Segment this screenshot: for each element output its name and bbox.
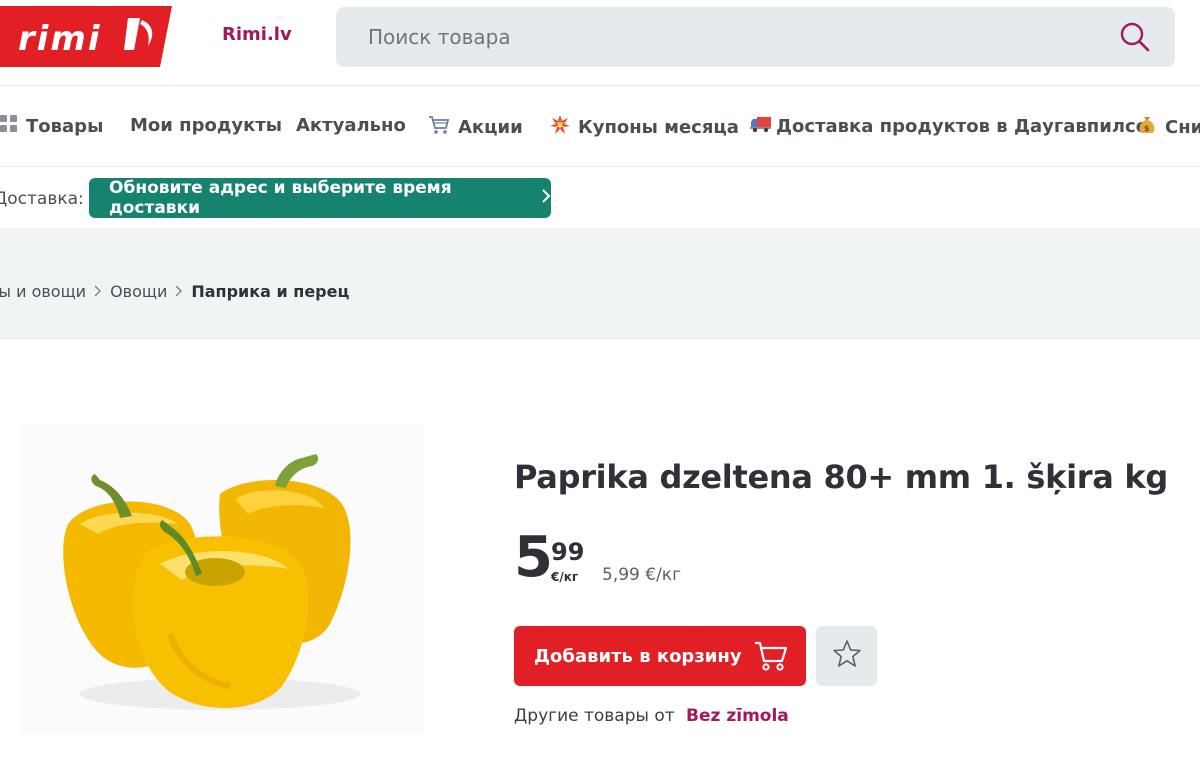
- grid-icon: [0, 115, 18, 137]
- site-link[interactable]: Rimi.lv: [222, 24, 292, 45]
- nav-item-my-products[interactable]: Мои продукты: [130, 115, 282, 136]
- nav-item-coupons[interactable]: Купоны месяца: [550, 115, 739, 139]
- svg-text:$: $: [1144, 124, 1150, 133]
- nav-item-discounts[interactable]: $ Сни: [1137, 115, 1200, 139]
- nav-label: Купоны месяца: [578, 116, 739, 138]
- price-decimal: 99: [551, 538, 585, 566]
- brand-line: Другие товары от Bez zīmola: [514, 706, 789, 726]
- chevron-right-icon: [94, 282, 102, 301]
- breadcrumb-fruits-vegetables[interactable]: Фрукты и овощи: [0, 282, 86, 301]
- nav-item-promotions[interactable]: Акции: [428, 115, 523, 139]
- price-block: 5 99 €/кг 5,99 €/кг: [514, 530, 914, 590]
- brand-link[interactable]: Bez zīmola: [686, 706, 789, 726]
- main-nav: Товары Мои продукты Актуально Акции Купо…: [0, 87, 1200, 167]
- site-header: rimi Rimi.lv: [0, 0, 1200, 86]
- breadcrumb: Фрукты и овощи Овощи Паприка и перец: [0, 282, 349, 301]
- search-icon[interactable]: [1119, 21, 1151, 53]
- nav-label: Сни: [1165, 116, 1200, 138]
- nav-label: Доставка продуктов в Даугавпилсе: [776, 115, 1148, 137]
- price-per-unit: 5,99 €/кг: [602, 565, 681, 585]
- shopping-cart-icon: [754, 640, 788, 677]
- delivery-label: Доставка:: [0, 189, 84, 209]
- price-integer: 5: [514, 525, 553, 590]
- nav-item-products[interactable]: Товары: [0, 115, 103, 137]
- svg-text:rimi: rimi: [18, 19, 102, 59]
- search-bar: [336, 7, 1175, 67]
- nav-label: Товары: [26, 115, 104, 137]
- nav-item-actual[interactable]: Актуально: [296, 115, 406, 136]
- star-icon: [832, 639, 862, 673]
- update-address-button[interactable]: Обновите адрес и выберите время доставки: [89, 178, 551, 218]
- delivery-truck-icon: [750, 115, 772, 137]
- product-title: Paprika dzeltena 80+ mm 1. šķira kg: [514, 458, 1168, 496]
- chevron-right-icon: [541, 188, 551, 208]
- rimi-logo[interactable]: rimi: [0, 6, 172, 67]
- price-unit: €/кг: [551, 570, 579, 584]
- nav-label: Мои продукты: [130, 115, 283, 136]
- nav-item-delivery-daugavpils[interactable]: Доставка продуктов в Даугавпилсе: [750, 115, 1148, 137]
- product-image: [20, 424, 424, 734]
- add-to-cart-button[interactable]: Добавить в корзину: [514, 626, 806, 686]
- delivery-bar: Доставка: Обновите адрес и выберите врем…: [0, 168, 1200, 228]
- money-bag-icon: $: [1137, 115, 1157, 139]
- shopping-cart-icon: [428, 115, 450, 139]
- breadcrumb-bar: Фрукты и овощи Овощи Паприка и перец: [0, 228, 1200, 339]
- breadcrumb-current: Паприка и перец: [191, 282, 350, 301]
- add-to-cart-label: Добавить в корзину: [534, 645, 742, 667]
- search-input[interactable]: [336, 7, 1096, 67]
- nav-label: Актуально: [296, 115, 406, 136]
- breadcrumb-vegetables[interactable]: Овощи: [110, 282, 167, 301]
- brand-prefix: Другие товары от: [514, 706, 675, 726]
- update-address-label: Обновите адрес и выберите время доставки: [109, 178, 452, 218]
- add-to-favorites-button[interactable]: [816, 626, 877, 686]
- nav-label: Акции: [458, 116, 523, 138]
- collision-icon: [550, 115, 570, 139]
- chevron-right-icon: [175, 282, 183, 301]
